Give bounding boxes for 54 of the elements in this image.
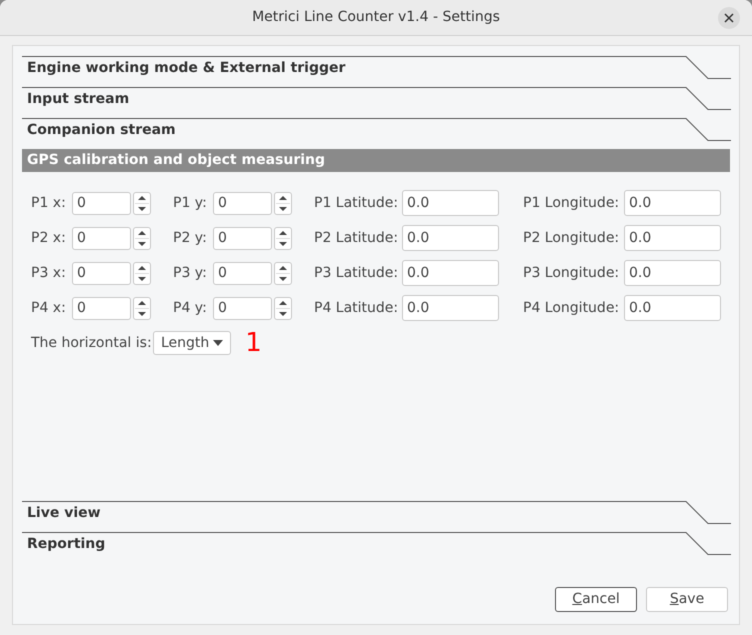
text-input[interactable]: 0.0 xyxy=(402,295,499,321)
field-label: P4 y: xyxy=(173,298,208,318)
spin-buttons[interactable] xyxy=(274,262,292,284)
spin-input[interactable]: 0 xyxy=(72,262,131,284)
close-icon xyxy=(724,13,734,23)
spin-input[interactable]: 0 xyxy=(213,262,272,284)
text-input[interactable]: 0.0 xyxy=(402,225,499,251)
spin-buttons[interactable] xyxy=(274,296,292,320)
field-label: P4 x: xyxy=(31,298,67,318)
text-input[interactable]: 0.0 xyxy=(624,260,721,286)
horizontal-dropdown[interactable]: Length xyxy=(153,331,232,355)
spin-buttons[interactable] xyxy=(133,296,151,320)
field-label: P1 y: xyxy=(173,194,208,212)
spin-input[interactable]: 0 xyxy=(72,296,131,320)
spin-buttons[interactable] xyxy=(274,226,292,250)
spin-buttons[interactable] xyxy=(133,226,151,250)
field-label: P1 Latitude: xyxy=(314,194,400,212)
section-header[interactable]: Engine working mode & External trigger xyxy=(22,56,730,87)
text-input[interactable]: 0.0 xyxy=(402,190,499,216)
spin-buttons[interactable] xyxy=(133,192,151,214)
section-header[interactable]: Live view xyxy=(22,501,730,532)
field-label: P1 Longitude: xyxy=(523,194,620,212)
text-input[interactable]: 0.0 xyxy=(624,190,721,216)
field-label: P3 x: xyxy=(31,264,67,282)
caret-down-icon xyxy=(213,340,224,346)
field-label: The horizontal is: xyxy=(31,334,153,352)
spin-buttons[interactable] xyxy=(274,192,292,214)
field-label: P2 Longitude: xyxy=(523,228,620,248)
section-header[interactable]: Input stream xyxy=(22,87,730,118)
field-label: P4 Longitude: xyxy=(523,298,620,318)
section-header[interactable]: Reporting xyxy=(22,532,730,563)
spin-input[interactable]: 0 xyxy=(72,192,131,214)
window-title: Metrici Line Counter v1.4 - Settings xyxy=(252,8,500,27)
field-label: P3 Latitude: xyxy=(314,264,400,282)
spin-input[interactable]: 0 xyxy=(72,226,131,250)
spin-input[interactable]: 0 xyxy=(213,192,272,214)
spin-input[interactable]: 0 xyxy=(213,226,272,250)
field-label: P3 y: xyxy=(173,264,208,282)
field-label: P1 x: xyxy=(31,194,67,212)
close-button[interactable] xyxy=(718,7,740,29)
field-label: P4 Latitude: xyxy=(314,298,400,318)
field-label: P2 y: xyxy=(173,228,208,248)
field-label: P3 Longitude: xyxy=(523,264,620,282)
text-input[interactable]: 0.0 xyxy=(402,260,499,286)
annotation-number: 1 xyxy=(245,330,262,356)
dialog-button[interactable]: Cancel xyxy=(555,587,637,612)
text-input[interactable]: 0.0 xyxy=(624,225,721,251)
field-label: P2 Latitude: xyxy=(314,228,400,248)
field-label: P2 x: xyxy=(31,228,67,248)
text-input[interactable]: 0.0 xyxy=(624,295,721,321)
section-header[interactable]: Companion stream xyxy=(22,118,730,149)
dialog-button[interactable]: Save xyxy=(646,587,728,612)
spin-input[interactable]: 0 xyxy=(213,296,272,320)
spin-buttons[interactable] xyxy=(133,262,151,284)
